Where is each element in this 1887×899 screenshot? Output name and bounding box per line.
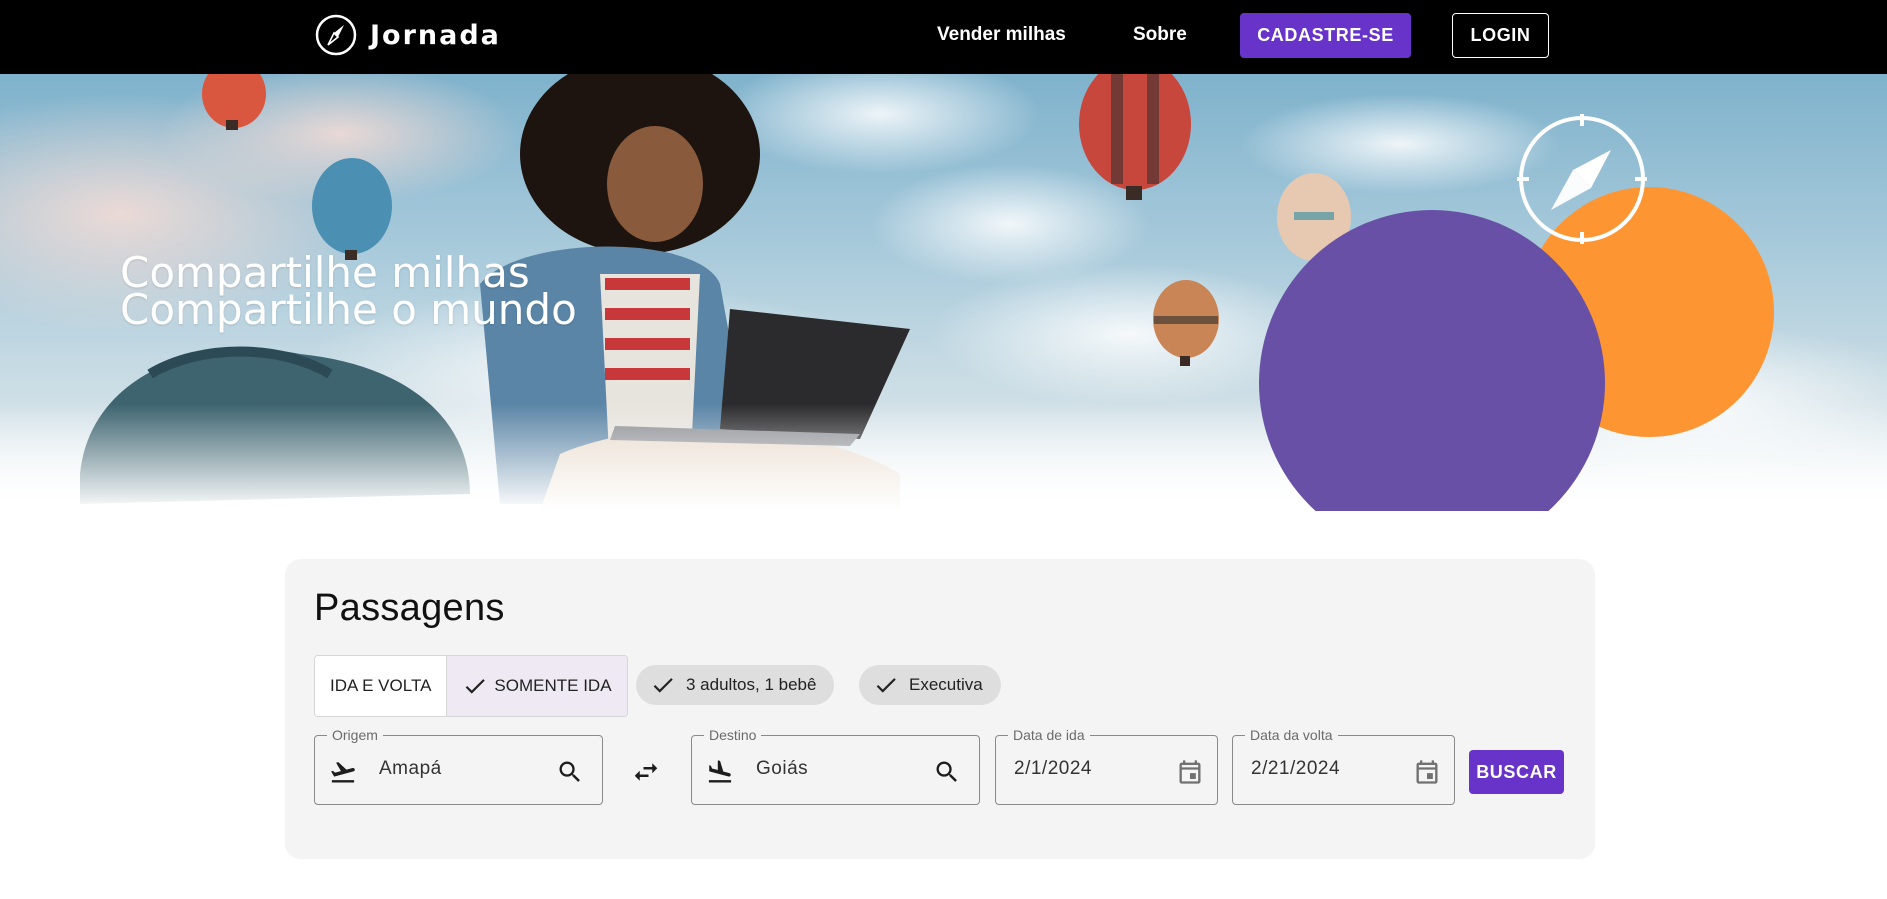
- compass-icon: [315, 14, 357, 56]
- return-date-field[interactable]: Data da volta: [1232, 726, 1455, 805]
- passengers-chip-label: 3 adultos, 1 bebê: [686, 675, 817, 694]
- destination-input[interactable]: [756, 758, 916, 780]
- origin-input[interactable]: [379, 758, 539, 780]
- return-date-input[interactable]: [1251, 758, 1391, 780]
- compass-icon: [1517, 114, 1647, 244]
- origin-label: Origem: [327, 726, 383, 744]
- one-way-option[interactable]: SOMENTE IDA: [446, 656, 627, 716]
- flight-search-card: Passagens IDA E VOLTA SOMENTE IDA 3 adul…: [285, 559, 1595, 859]
- brand-name: Jornada: [370, 19, 501, 51]
- passengers-chip[interactable]: 3 adultos, 1 bebê: [636, 665, 835, 705]
- nav-about-link[interactable]: Sobre: [1133, 24, 1187, 46]
- flight-land-icon: [708, 760, 732, 783]
- travel-class-chip[interactable]: Executiva: [859, 665, 1001, 705]
- travel-class-chip-label: Executiva: [909, 675, 983, 694]
- hero-headline-line-2: Compartilhe o mundo: [120, 285, 577, 334]
- destination-field[interactable]: Destino: [691, 726, 980, 805]
- trip-type-toggle: IDA E VOLTA SOMENTE IDA: [314, 655, 628, 717]
- signup-button[interactable]: CADASTRE-SE: [1240, 13, 1411, 58]
- top-navbar: Jornada Vender milhas Sobre CADASTRE-SE …: [0, 0, 1887, 74]
- check-icon: [653, 678, 673, 693]
- hero-headline: Compartilhe milhas Compartilhe o mundo: [120, 252, 577, 334]
- hero-banner: Compartilhe milhas Compartilhe o mundo: [0, 74, 1887, 511]
- departure-date-field[interactable]: Data de ida: [995, 726, 1218, 805]
- nav-sell-miles-link[interactable]: Vender milhas: [937, 24, 1066, 46]
- search-icon[interactable]: [556, 758, 584, 786]
- return-date-label: Data da volta: [1245, 726, 1338, 744]
- swap-locations-icon[interactable]: [631, 757, 661, 787]
- destination-label: Destino: [704, 726, 762, 744]
- round-trip-label: IDA E VOLTA: [330, 676, 432, 695]
- departure-date-input[interactable]: [1014, 758, 1154, 780]
- login-button[interactable]: LOGIN: [1452, 13, 1549, 58]
- flight-takeoff-icon: [331, 762, 355, 783]
- departure-date-label: Data de ida: [1008, 726, 1090, 744]
- one-way-label: SOMENTE IDA: [494, 676, 612, 695]
- calendar-icon[interactable]: [1176, 758, 1204, 786]
- round-trip-option[interactable]: IDA E VOLTA: [315, 656, 447, 716]
- search-title: Passagens: [314, 587, 505, 629]
- calendar-icon[interactable]: [1413, 758, 1441, 786]
- brand-logo[interactable]: Jornada: [314, 13, 501, 57]
- origin-field[interactable]: Origem: [314, 726, 603, 805]
- check-icon: [876, 678, 896, 693]
- search-icon[interactable]: [933, 758, 961, 786]
- search-submit-button[interactable]: BUSCAR: [1469, 750, 1564, 794]
- check-icon: [466, 679, 486, 694]
